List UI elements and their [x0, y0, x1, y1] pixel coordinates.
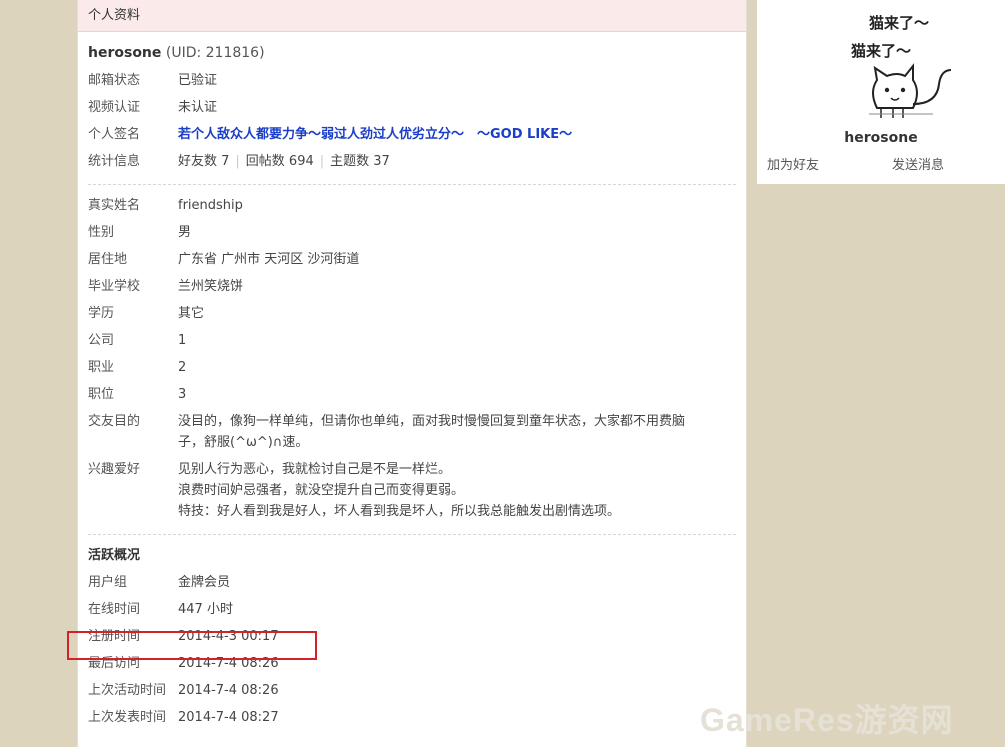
usergroup-label: 用户组: [88, 575, 128, 590]
avatar-text-1: 猫来了～: [869, 14, 929, 32]
realname-row: 真实姓名 friendship: [88, 195, 736, 216]
sidebar-username[interactable]: herosone: [757, 130, 1005, 146]
company-label: 公司: [88, 333, 115, 348]
company-value: 1: [178, 333, 187, 348]
email-status-value: 已验证: [178, 73, 218, 88]
last-activity-row: 上次活动时间 2014-7-4 08:26: [88, 680, 736, 701]
email-status-row: 邮箱状态 已验证: [88, 70, 736, 91]
signature-value: 若个人敌众人都要力争～弱过人劲过人优劣立分～ ～GOD LIKE～: [178, 127, 573, 142]
hobby-label: 兴趣爱好: [88, 462, 141, 477]
stats-value: 好友数 7 | 回帖数 694 | 主题数 37: [178, 151, 736, 172]
register-time-highlight: [67, 631, 317, 660]
video-auth-row: 视频认证 未认证: [88, 97, 736, 118]
avatar-text-2: 猫来了～: [851, 42, 911, 60]
position-value: 3: [178, 387, 187, 402]
occupation-label: 职业: [88, 360, 115, 375]
section-divider: [88, 184, 736, 185]
education-row: 学历 其它: [88, 303, 736, 324]
send-message-link[interactable]: 发送消息: [892, 154, 944, 173]
last-activity-label: 上次活动时间: [88, 683, 167, 698]
stats-label: 统计信息: [88, 154, 141, 169]
position-row: 职位 3: [88, 384, 736, 405]
last-activity-value: 2014-7-4 08:26: [178, 683, 279, 698]
online-time-row: 在线时间 447 小时: [88, 599, 736, 620]
section-divider: [88, 534, 736, 535]
purpose-line-1: 没目的，像狗一样单纯，但请你也单纯，面对我时慢慢回复到童年状态，大家都不用费脑: [178, 414, 686, 429]
school-value: 兰州笑烧饼: [178, 279, 244, 294]
gender-label: 性别: [88, 225, 115, 240]
school-label: 毕业学校: [88, 279, 141, 294]
residence-row: 居住地 广东省 广州市 天河区 沙河街道: [88, 249, 736, 270]
add-friend-link[interactable]: 加为好友: [767, 154, 819, 173]
username: herosone: [88, 45, 162, 61]
avatar[interactable]: 猫来了～ 猫来了～: [847, 8, 957, 128]
company-row: 公司 1: [88, 330, 736, 351]
last-post-label: 上次发表时间: [88, 710, 167, 725]
email-status-label: 邮箱状态: [88, 73, 141, 88]
online-time-label: 在线时间: [88, 602, 141, 617]
user-uid: (UID: 211816): [165, 45, 265, 61]
activity-title: 活跃概况: [88, 548, 141, 563]
usergroup-value[interactable]: 金牌会员: [178, 572, 736, 593]
purpose-label: 交友目的: [88, 414, 141, 429]
online-time-value: 447 小时: [178, 602, 233, 617]
usergroup-row: 用户组 金牌会员: [88, 572, 736, 593]
profile-content: herosone (UID: 211816) 邮箱状态 已验证 视频认证 未认证…: [78, 42, 746, 728]
cat-avatar-icon: 猫来了～ 猫来了～: [851, 14, 952, 118]
purpose-value: 没目的，像狗一样单纯，但请你也单纯，面对我时慢慢回复到童年状态，大家都不用费脑 …: [178, 411, 736, 453]
stats-separator: |: [235, 154, 240, 169]
signature-label: 个人签名: [88, 127, 141, 142]
occupation-value: 2: [178, 360, 187, 375]
friends-count-link[interactable]: 好友数 7: [178, 154, 229, 169]
hobby-row: 兴趣爱好 见别人行为恶心，我就检讨自己是不是一样烂。 浪费时间妒忌强者，就没空提…: [88, 459, 736, 522]
occupation-row: 职业 2: [88, 357, 736, 378]
hobby-value: 见别人行为恶心，我就检讨自己是不是一样烂。 浪费时间妒忌强者，就没空提升自己而变…: [178, 459, 736, 522]
hobby-line-1: 见别人行为恶心，我就检讨自己是不是一样烂。: [178, 462, 452, 477]
residence-label: 居住地: [88, 252, 128, 267]
replies-count-link[interactable]: 回帖数 694: [246, 154, 314, 169]
realname-label: 真实姓名: [88, 198, 141, 213]
signature-row: 个人签名 若个人敌众人都要力争～弱过人劲过人优劣立分～ ～GOD LIKE～: [88, 124, 736, 145]
user-sidebar: 猫来了～ 猫来了～ herosone 加为好友 发送消息: [757, 0, 1005, 184]
stats-separator: |: [319, 154, 325, 169]
residence-value: 广东省 广州市 天河区 沙河街道: [178, 252, 360, 267]
purpose-row: 交友目的 没目的，像狗一样单纯，但请你也单纯，面对我时慢慢回复到童年状态，大家都…: [88, 411, 736, 453]
education-label: 学历: [88, 306, 115, 321]
user-name-row: herosone (UID: 211816): [88, 42, 736, 64]
hobby-line-3: 特技：好人看到我是好人，坏人看到我是坏人，所以我总能触发出剧情选项。: [178, 504, 621, 519]
watermark-logo: GameRes游资网: [700, 702, 954, 738]
hobby-line-2: 浪费时间妒忌强者，就没空提升自己而变得更弱。: [178, 483, 465, 498]
video-auth-label: 视频认证: [88, 100, 141, 115]
position-label: 职位: [88, 387, 115, 402]
school-row: 毕业学校 兰州笑烧饼: [88, 276, 736, 297]
realname-value: friendship: [178, 198, 243, 213]
topics-count-link[interactable]: 主题数 37: [330, 154, 390, 169]
stats-row: 统计信息 好友数 7 | 回帖数 694 | 主题数 37: [88, 151, 736, 172]
panel-title: 个人资料: [78, 0, 746, 32]
last-post-row: 上次发表时间 2014-7-4 08:27: [88, 707, 736, 728]
gender-value: 男: [178, 225, 192, 240]
gender-row: 性别 男: [88, 222, 736, 243]
video-auth-value: 未认证: [178, 100, 218, 115]
education-value: 其它: [178, 306, 205, 321]
last-post-value: 2014-7-4 08:27: [178, 710, 279, 725]
purpose-line-2: 子，舒服(^ω^)∩速。: [178, 435, 309, 450]
